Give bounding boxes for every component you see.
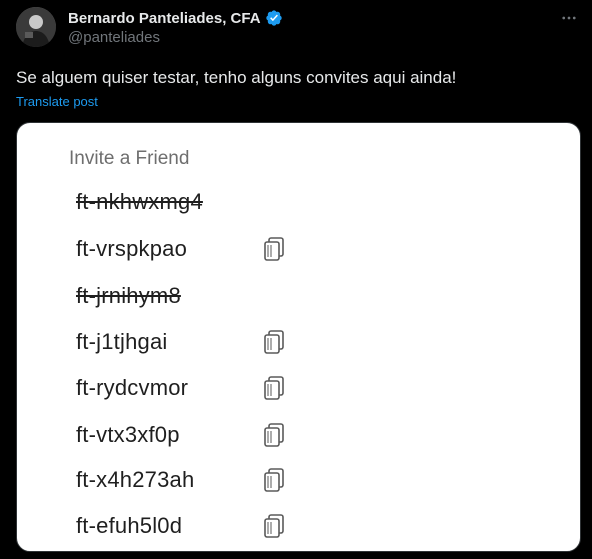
- verified-badge-icon: [265, 10, 282, 26]
- more-dots-icon[interactable]: [559, 8, 579, 28]
- author-handle[interactable]: @panteliades: [68, 29, 160, 46]
- invite-code-row: ft-j1tjhgai: [76, 327, 286, 357]
- invite-code: ft-jrnihym8: [76, 283, 181, 308]
- invite-code: ft-efuh5l0d: [76, 513, 183, 538]
- invite-code: ft-j1tjhgai: [76, 329, 168, 354]
- post-text: Se alguem quiser testar, tenho alguns co…: [16, 68, 457, 87]
- copy-icon: [264, 237, 284, 261]
- invite-code-row: ft-rydcvmor: [76, 373, 286, 403]
- invite-code-row: ft-jrnihym8: [76, 281, 262, 311]
- invite-code: ft-vrspkpao: [76, 236, 188, 261]
- copy-icon: [264, 330, 284, 354]
- copy-icon: [264, 376, 284, 400]
- author-name-row[interactable]: Bernardo Panteliades, CFA: [68, 8, 283, 28]
- tweet: Bernardo Panteliades, CFA @panteliades S…: [0, 0, 592, 559]
- copy-icon: [264, 468, 284, 492]
- copy-icon: [264, 514, 284, 538]
- invite-code-row: ft-efuh5l0d: [76, 511, 286, 541]
- author-display-name[interactable]: Bernardo Panteliades, CFA: [68, 10, 261, 27]
- invite-code-row: ft-vtx3xf0p: [76, 420, 286, 450]
- avatar-image: [16, 7, 56, 47]
- invite-code: ft-rydcvmor: [76, 375, 189, 400]
- translate-post-link[interactable]: Translate post: [16, 94, 98, 109]
- post-image[interactable]: Invite a Friend ft-nkhwxmg4 ft-vrspkpao …: [16, 122, 581, 552]
- invite-code-row: ft-nkhwxmg4: [76, 187, 262, 217]
- invite-code: ft-vtx3xf0p: [76, 422, 180, 447]
- invite-code-row: ft-x4h273ah: [76, 465, 286, 495]
- copy-icon: [264, 423, 284, 447]
- invite-code: ft-nkhwxmg4: [76, 189, 203, 214]
- avatar[interactable]: [16, 7, 56, 47]
- invite-card-title: Invite a Friend: [69, 148, 190, 169]
- invite-code-row: ft-vrspkpao: [76, 234, 286, 264]
- invite-code: ft-x4h273ah: [76, 467, 195, 492]
